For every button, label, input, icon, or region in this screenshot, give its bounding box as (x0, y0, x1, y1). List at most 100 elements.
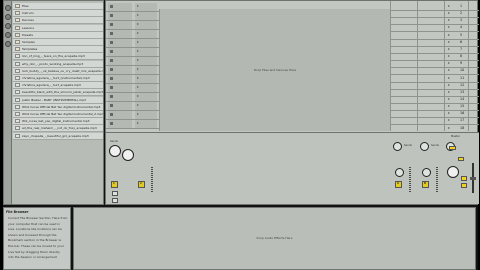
scene-launch-icon[interactable] (448, 47, 450, 50)
scene-launch-icon[interactable] (448, 69, 450, 72)
session-drop-zone[interactable]: Drop Files and Devices Here (159, 9, 390, 131)
scene-launch-icon[interactable] (448, 33, 450, 36)
clip-slot[interactable] (108, 66, 132, 74)
clip-slot[interactable] (108, 57, 132, 65)
browser-folder-item[interactable]: Files (13, 3, 103, 10)
scene-launch-icon[interactable] (448, 76, 450, 79)
clip-stop-icon[interactable] (110, 59, 113, 62)
preview-highlight[interactable] (458, 157, 464, 161)
scene-launch-icon[interactable] (448, 90, 450, 93)
scene-launch-icon[interactable] (448, 97, 450, 100)
clip-stop-icon[interactable] (110, 32, 113, 35)
clip-play-icon[interactable] (137, 68, 139, 70)
browser-tab-icon[interactable] (5, 23, 11, 29)
scene-launch-icon[interactable] (448, 55, 450, 58)
browser-tab-icon[interactable] (5, 14, 11, 20)
browser-file-item[interactable]: beautiful_black_with_the_shroom_jakob_ac… (13, 89, 103, 97)
clip-stop-icon[interactable] (110, 41, 113, 44)
scene-launch-icon[interactable] (448, 119, 450, 122)
clip-stop-icon[interactable] (110, 5, 113, 8)
clip-slot[interactable] (135, 120, 157, 128)
browser-folder-item[interactable]: Devices (13, 17, 103, 25)
clip-slot[interactable] (135, 39, 157, 47)
clip-slot[interactable] (108, 120, 132, 128)
clip-slot[interactable] (135, 84, 157, 92)
browser-folder-item[interactable]: Lessons (13, 24, 103, 32)
clip-stop-icon[interactable] (110, 50, 113, 53)
browser-file-item[interactable]: zayn_chapelle_-_beautiful_girl_acapella.… (13, 132, 103, 140)
clip-slot[interactable] (135, 3, 157, 11)
clip-stop-icon[interactable] (110, 14, 113, 17)
clip-slot[interactable] (108, 21, 132, 29)
clip-play-icon[interactable] (137, 95, 139, 97)
scene-launch-icon[interactable] (448, 12, 450, 15)
return-send-knob[interactable] (420, 142, 429, 151)
clip-slot[interactable] (135, 111, 157, 119)
master-crossfade-button[interactable] (461, 183, 467, 188)
clip-slot[interactable] (135, 48, 157, 56)
clip-slot[interactable] (135, 21, 157, 29)
clip-stop-icon[interactable] (110, 113, 113, 116)
clip-play-icon[interactable] (137, 14, 139, 16)
clip-stop-icon[interactable] (110, 68, 113, 71)
browser-folder-item[interactable]: Samples (13, 39, 103, 46)
clip-slot[interactable] (108, 39, 132, 47)
browser-file-item[interactable]: lock_buddy_-_ok_believe_ou_cry_dualt_mix… (13, 67, 103, 75)
clip-play-icon[interactable] (137, 32, 139, 34)
master-fader-handle[interactable] (470, 177, 476, 180)
scene-launch-icon[interactable] (448, 5, 450, 7)
browser-file-item[interactable]: christina_aguilera_-_hurt_acapella.mp3 (13, 82, 103, 90)
scene-launch-icon[interactable] (448, 26, 450, 29)
clip-play-icon[interactable] (137, 50, 139, 52)
browser-file-item[interactable]: lion_of_king_-_tears_on_fire_acapella.mp… (13, 53, 103, 61)
pan-knob[interactable] (109, 145, 121, 157)
arm-button[interactable] (112, 198, 118, 203)
scene-launch-icon[interactable] (448, 40, 450, 43)
master-pan-knob[interactable] (447, 166, 459, 178)
clip-play-icon[interactable] (137, 122, 139, 124)
clip-slot[interactable] (135, 66, 157, 74)
device-drop-label[interactable]: Drop Audio Effects Here (74, 236, 475, 240)
clip-stop-icon[interactable] (110, 86, 113, 89)
browser-folder-item[interactable]: Templates (13, 46, 103, 54)
browser-folder-item[interactable]: Instrum (13, 10, 103, 18)
return-pan-knob[interactable] (422, 168, 431, 177)
clip-play-icon[interactable] (137, 113, 139, 115)
browser-file-item[interactable]: Wiz_curse_bat_yao_digital_instrumental.m… (13, 118, 103, 126)
clip-slot[interactable] (135, 102, 157, 110)
clip-slot[interactable] (108, 48, 132, 56)
clip-play-icon[interactable] (137, 86, 139, 88)
clip-slot[interactable] (108, 93, 132, 101)
clip-slot[interactable] (135, 75, 157, 83)
clip-slot[interactable] (108, 84, 132, 92)
solo-highlight[interactable] (449, 146, 456, 150)
browser-tab-icon[interactable] (5, 32, 11, 38)
scene-launch-icon[interactable] (448, 83, 450, 86)
return-pan-knob[interactable] (395, 168, 404, 177)
clip-stop-icon[interactable] (110, 104, 113, 107)
clip-play-icon[interactable] (137, 104, 139, 106)
clip-slot[interactable] (135, 30, 157, 38)
browser-file-item[interactable]: Whiz Curse Official Bat Yao digital Inst… (13, 103, 103, 111)
clip-stop-icon[interactable] (110, 77, 113, 80)
return-send-knob[interactable] (393, 142, 402, 151)
browser-tab-icon[interactable] (5, 5, 11, 11)
clip-slot[interactable] (108, 75, 132, 83)
clip-stop-icon[interactable] (110, 95, 113, 98)
clip-stop-icon[interactable] (110, 122, 113, 125)
browser-file-item[interactable]: why_don_-_prodv_working_acapella.mp3 (13, 60, 103, 68)
clip-slot[interactable] (108, 12, 132, 20)
pan-knob[interactable] (122, 149, 134, 161)
clip-play-icon[interactable] (137, 5, 139, 7)
clip-play-icon[interactable] (137, 23, 139, 25)
scene-launch-icon[interactable] (448, 112, 450, 115)
scene-launch-icon[interactable] (448, 62, 450, 65)
solo-button[interactable] (112, 191, 118, 196)
clip-play-icon[interactable] (137, 41, 139, 43)
browser-file-item[interactable]: Justin Bieber - BABY (INSTRUMENTAL).mp3 (13, 96, 103, 104)
clip-play-icon[interactable] (137, 77, 139, 79)
scene-launch-icon[interactable] (448, 105, 450, 108)
browser-file-item[interactable]: Whiz Curse Official Bat Yao digital inst… (13, 111, 103, 118)
master-crossfade-button[interactable] (461, 176, 467, 181)
clip-slot[interactable] (135, 57, 157, 65)
